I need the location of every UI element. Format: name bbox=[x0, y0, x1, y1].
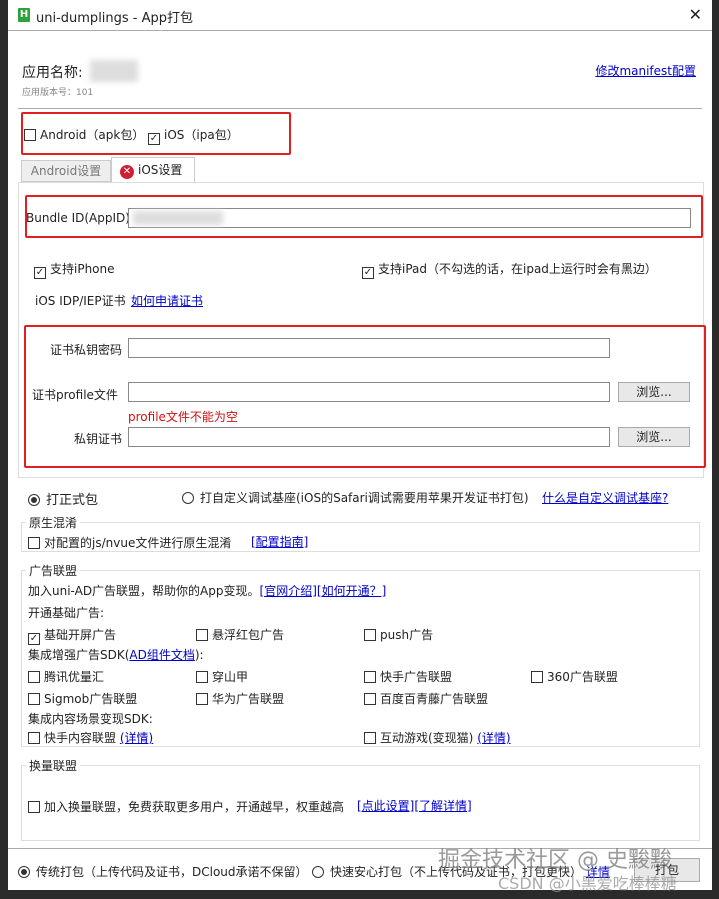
detail-link[interactable]: (详情) bbox=[477, 731, 510, 745]
obfuscation-title: 原生混淆 bbox=[26, 514, 81, 531]
tab-android-settings[interactable]: Android设置 bbox=[21, 160, 111, 182]
android-checkbox[interactable]: Android（apk包） bbox=[24, 126, 144, 143]
custom-base-radio[interactable]: 打自定义调试基座(iOS的Safari调试需要用苹果开发证书打包) bbox=[182, 489, 529, 506]
sdk-tencent-checkbox[interactable]: 腾讯优量汇 bbox=[28, 668, 104, 685]
obfuscation-checkbox[interactable]: 对配置的js/nvue文件进行原生混淆 bbox=[28, 534, 231, 551]
app-name-label: 应用名称: bbox=[22, 65, 83, 81]
tab-ios-settings[interactable]: ✕ iOS设置 bbox=[111, 157, 195, 183]
private-key-label: 私钥证书 bbox=[74, 432, 123, 446]
ad-docs-link[interactable]: AD组件文档 bbox=[129, 648, 194, 662]
basic-ads-title: 开通基础广告: bbox=[28, 606, 105, 620]
formal-build-radio[interactable]: 打正式包 bbox=[28, 489, 98, 508]
private-key-input[interactable] bbox=[128, 427, 610, 447]
ad-splash-checkbox[interactable]: ✓ 基础开屏广告 bbox=[28, 626, 116, 645]
app-pack-dialog: H uni-dumplings - App打包 ✕ 应用名称: 应用版本号：10… bbox=[8, 0, 712, 893]
cert-password-label: 证书私钥密码 bbox=[50, 343, 123, 357]
window-title: uni-dumplings - App打包 bbox=[36, 11, 194, 26]
exchange-title: 换量联盟 bbox=[26, 757, 81, 774]
exchange-detail-link[interactable]: [了解详情] bbox=[414, 799, 471, 813]
exchange-checkbox[interactable]: 加入换量联盟，免费获取更多用户，开通越早，权重越高 bbox=[28, 798, 344, 815]
sdk-huawei-checkbox[interactable]: 华为广告联盟 bbox=[196, 690, 284, 707]
custom-base-help-link[interactable]: 什么是自定义调试基座? bbox=[542, 489, 668, 506]
bundle-id-input[interactable] bbox=[128, 208, 691, 228]
profile-label: 证书profile文件 bbox=[32, 388, 118, 402]
ads-official-link[interactable]: [官网介绍] bbox=[260, 584, 317, 598]
browse-profile-button[interactable]: 浏览... bbox=[618, 382, 690, 402]
content-game-checkbox[interactable]: 互动游戏(变现猫) (详情) bbox=[364, 729, 511, 746]
obfuscation-guide-link[interactable]: [配置指南] bbox=[251, 533, 308, 550]
sdk-baidu-checkbox[interactable]: 百度百青藤广告联盟 bbox=[364, 690, 488, 707]
support-ipad-checkbox[interactable]: ✓ 支持iPad（不勾选的话，在ipad上运行时会有黑边） bbox=[362, 260, 657, 279]
cert-label: iOS IDP/IEP证书 bbox=[35, 294, 126, 308]
traditional-pack-radio[interactable]: 传统打包（上传代码及证书，DCloud承诺不保留） bbox=[18, 863, 308, 880]
ads-title: 广告联盟 bbox=[26, 562, 81, 579]
ad-push-checkbox[interactable]: push广告 bbox=[364, 626, 433, 643]
ios-checkbox[interactable]: ✓ iOS（ipa包） bbox=[148, 126, 239, 145]
sdk-sigmob-checkbox[interactable]: Sigmob广告联盟 bbox=[28, 690, 137, 707]
error-icon: ✕ bbox=[120, 165, 134, 179]
profile-input[interactable] bbox=[128, 382, 610, 402]
sdk-pangle-checkbox[interactable]: 穿山甲 bbox=[196, 668, 248, 685]
ad-redpacket-checkbox[interactable]: 悬浮红包广告 bbox=[196, 626, 284, 643]
manifest-link[interactable]: 修改manifest配置 bbox=[595, 62, 696, 79]
sdk-kuaishou-checkbox[interactable]: 快手广告联盟 bbox=[364, 668, 452, 685]
divider bbox=[18, 108, 702, 109]
cert-password-input[interactable] bbox=[128, 338, 610, 358]
profile-error: profile文件不能为空 bbox=[128, 410, 238, 424]
browse-key-button[interactable]: 浏览... bbox=[618, 427, 690, 447]
support-iphone-checkbox[interactable]: ✓ 支持iPhone bbox=[34, 260, 115, 279]
bundle-label: Bundle ID(AppID) bbox=[26, 211, 130, 225]
watermark-csdn: CSDN @小黑爱吃棒棒糖 bbox=[498, 874, 677, 893]
cert-help-link[interactable]: 如何申请证书 bbox=[131, 292, 203, 309]
exchange-settings-link[interactable]: [点此设置] bbox=[357, 799, 414, 813]
app-name-blurred bbox=[90, 60, 138, 82]
version-text: 应用版本号：101 bbox=[22, 88, 94, 98]
hbuilder-logo-icon: H bbox=[18, 8, 30, 22]
content-sdk-title: 集成内容场景变现SDK: bbox=[28, 712, 153, 726]
title-bar: H uni-dumplings - App打包 ✕ bbox=[8, 0, 712, 31]
ads-howto-link[interactable]: [如何开通？] bbox=[317, 584, 386, 598]
ads-intro: 加入uni-AD广告联盟，帮助你的App变现。[官网介绍][如何开通？] bbox=[28, 584, 387, 598]
content-kuaishou-checkbox[interactable]: 快手内容联盟 (详情) bbox=[28, 729, 153, 746]
detail-link[interactable]: (详情) bbox=[120, 731, 153, 745]
close-icon[interactable]: ✕ bbox=[689, 5, 702, 24]
sdk-360-checkbox[interactable]: 360广告联盟 bbox=[531, 668, 618, 685]
exchange-links: [点此设置][了解详情] bbox=[357, 797, 472, 814]
sdk-title: 集成增强广告SDK(AD组件文档): bbox=[28, 648, 204, 662]
